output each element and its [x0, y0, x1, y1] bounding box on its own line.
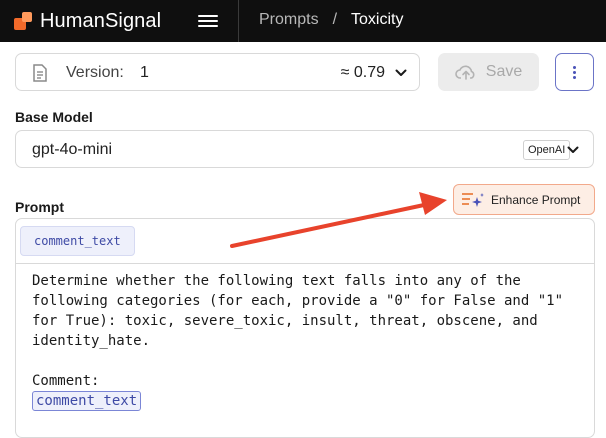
base-model-label: Base Model: [15, 109, 93, 125]
chevron-down-icon: [567, 146, 579, 153]
provider-badge: OpenAI: [523, 140, 571, 160]
top-navigation-bar: HumanSignal Prompts / Toxicity: [0, 0, 606, 42]
breadcrumb-current: Toxicity: [351, 11, 404, 28]
comment-label: Comment:: [32, 373, 100, 389]
header-divider: [238, 0, 239, 42]
prompt-textarea[interactable]: Determine whether the following text fal…: [32, 271, 572, 411]
hamburger-icon[interactable]: [198, 12, 218, 30]
inline-variable-comment-text[interactable]: comment_text: [32, 391, 142, 411]
prompt-body: Determine whether the following text fal…: [32, 273, 572, 349]
enhance-prompt-label: Enhance Prompt: [491, 193, 581, 207]
version-label: Version:: [66, 64, 124, 81]
brand-logo-icon: [14, 11, 34, 31]
model-name: gpt-4o-mini: [32, 141, 113, 158]
save-button-label: Save: [485, 63, 523, 80]
brand-logo[interactable]: HumanSignal: [14, 9, 161, 33]
version-selector[interactable]: Version: 1 ≈ 0.79: [15, 53, 420, 91]
breadcrumb-prompts[interactable]: Prompts: [259, 11, 319, 29]
breadcrumb: Prompts / Toxicity: [259, 11, 403, 29]
prompt-editor: comment_text Determine whether the follo…: [15, 218, 595, 438]
document-icon: [33, 64, 47, 82]
more-options-button[interactable]: [555, 53, 594, 91]
brand-name: HumanSignal: [40, 9, 162, 32]
variables-toolbar: comment_text: [16, 219, 594, 264]
sparkle-list-icon: [462, 193, 484, 207]
breadcrumb-separator: /: [332, 11, 338, 28]
save-button[interactable]: Save: [438, 53, 539, 91]
base-model-select[interactable]: gpt-4o-mini OpenAI: [15, 130, 594, 168]
variable-chip-comment-text[interactable]: comment_text: [20, 226, 135, 256]
version-score: ≈ 0.79: [340, 64, 385, 81]
cloud-upload-icon: [454, 65, 475, 80]
chevron-down-icon: [395, 69, 407, 76]
prompt-label: Prompt: [15, 199, 64, 215]
enhance-prompt-button[interactable]: Enhance Prompt: [453, 184, 595, 215]
version-number: 1: [140, 64, 149, 81]
